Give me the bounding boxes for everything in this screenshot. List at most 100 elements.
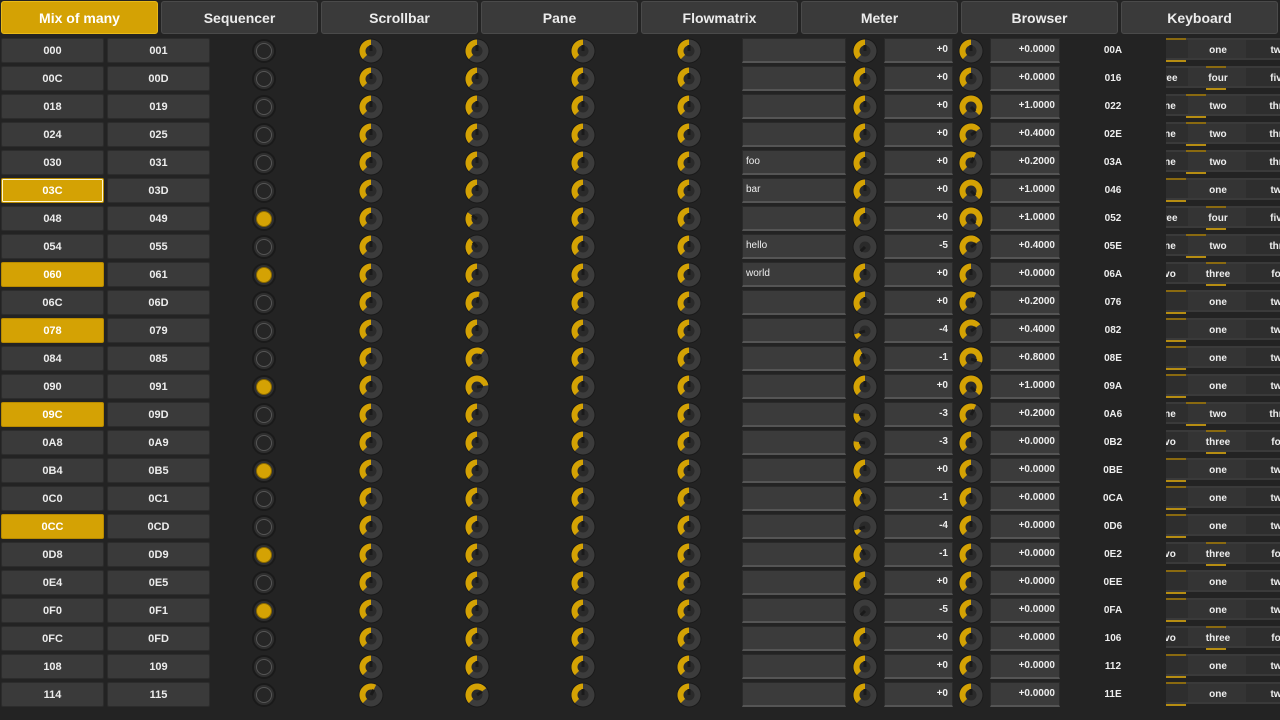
text-field[interactable] — [742, 458, 846, 483]
spinner-option[interactable]: three — [1188, 430, 1248, 452]
tab-mix-of-many[interactable]: Mix of many — [1, 1, 158, 34]
int-knob[interactable] — [852, 262, 878, 288]
toggle-button[interactable]: 09C — [1, 402, 104, 427]
rotary-knob[interactable] — [570, 290, 596, 316]
float-value-field[interactable]: +0.0000 — [990, 598, 1060, 623]
int-value-field[interactable]: +0 — [884, 458, 953, 483]
rotary-knob[interactable] — [358, 570, 384, 596]
float-knob[interactable] — [958, 542, 984, 568]
rotary-knob[interactable] — [676, 122, 702, 148]
float-value-field[interactable]: +0.0000 — [990, 458, 1060, 483]
spinner-option[interactable]: one — [1188, 318, 1248, 340]
rotary-knob[interactable] — [676, 178, 702, 204]
float-value-field[interactable]: +0.0000 — [990, 570, 1060, 595]
float-value-field[interactable]: +1.0000 — [990, 374, 1060, 399]
spinner-option[interactable]: one — [1188, 374, 1248, 396]
option-spinner[interactable]: one tw — [1166, 512, 1280, 540]
text-field[interactable] — [742, 374, 846, 399]
int-knob[interactable] — [852, 654, 878, 680]
rotary-knob[interactable] — [676, 458, 702, 484]
int-value-field[interactable]: +0 — [884, 122, 953, 147]
spinner-option[interactable]: four — [1188, 66, 1248, 88]
tab-flowmatrix[interactable]: Flowmatrix — [641, 1, 798, 34]
text-field[interactable] — [742, 486, 846, 511]
rotary-knob[interactable] — [570, 38, 596, 64]
push-button[interactable]: 001 — [107, 38, 210, 63]
int-knob[interactable] — [852, 94, 878, 120]
float-knob[interactable] — [958, 318, 984, 344]
rotary-knob[interactable] — [464, 318, 490, 344]
rotary-knob[interactable] — [358, 318, 384, 344]
rotary-knob[interactable] — [570, 234, 596, 260]
toggle-button[interactable]: 0FC — [1, 626, 104, 651]
text-field[interactable] — [742, 66, 846, 91]
spinner-option[interactable]: fo — [1246, 430, 1280, 452]
float-knob[interactable] — [958, 514, 984, 540]
toggle-button[interactable]: 018 — [1, 94, 104, 119]
float-value-field[interactable]: +0.8000 — [990, 346, 1060, 371]
tab-browser[interactable]: Browser — [961, 1, 1118, 34]
spinner-option[interactable]: thr — [1246, 122, 1280, 144]
int-knob[interactable] — [852, 682, 878, 708]
float-knob[interactable] — [958, 402, 984, 428]
float-value-field[interactable]: +0.2000 — [990, 290, 1060, 315]
text-field[interactable] — [742, 682, 846, 707]
rotary-knob[interactable] — [676, 234, 702, 260]
led-indicator[interactable] — [252, 683, 276, 707]
spinner-option[interactable]: tw — [1246, 318, 1280, 340]
text-field[interactable]: foo — [742, 150, 846, 175]
rotary-knob[interactable] — [570, 626, 596, 652]
spinner-option[interactable]: one — [1188, 346, 1248, 368]
int-knob[interactable] — [852, 542, 878, 568]
spinner-option[interactable]: two — [1188, 150, 1248, 172]
float-value-field[interactable]: +0.0000 — [990, 542, 1060, 567]
spinner-option[interactable]: one — [1188, 654, 1248, 676]
option-spinner[interactable]: vo three fo — [1166, 540, 1280, 568]
tab-keyboard[interactable]: Keyboard — [1121, 1, 1278, 34]
spinner-option[interactable]: two — [1188, 402, 1248, 424]
rotary-knob[interactable] — [570, 122, 596, 148]
option-spinner[interactable]: netwothr — [1166, 148, 1280, 176]
int-value-field[interactable]: -4 — [884, 318, 953, 343]
float-value-field[interactable]: +0.0000 — [990, 38, 1060, 63]
spinner-option[interactable]: fo — [1246, 542, 1280, 564]
rotary-knob[interactable] — [358, 346, 384, 372]
rotary-knob[interactable] — [676, 262, 702, 288]
rotary-knob[interactable] — [358, 654, 384, 680]
rotary-knob[interactable] — [676, 486, 702, 512]
rotary-knob[interactable] — [464, 598, 490, 624]
rotary-knob[interactable] — [358, 178, 384, 204]
option-spinner[interactable]: netwothr — [1166, 232, 1280, 260]
rotary-knob[interactable] — [676, 430, 702, 456]
rotary-knob[interactable] — [464, 38, 490, 64]
int-value-field[interactable]: -5 — [884, 598, 953, 623]
led-indicator[interactable] — [252, 207, 276, 231]
text-field[interactable]: world — [742, 262, 846, 287]
led-indicator[interactable] — [252, 319, 276, 343]
rotary-knob[interactable] — [464, 262, 490, 288]
spinner-option[interactable]: one — [1188, 514, 1248, 536]
led-indicator[interactable] — [252, 67, 276, 91]
rotary-knob[interactable] — [358, 234, 384, 260]
int-value-field[interactable]: +0 — [884, 66, 953, 91]
option-spinner[interactable]: vo three fo — [1166, 428, 1280, 456]
float-knob[interactable] — [958, 654, 984, 680]
text-field[interactable] — [742, 542, 846, 567]
spinner-option[interactable]: one — [1188, 598, 1248, 620]
int-knob[interactable] — [852, 206, 878, 232]
toggle-button[interactable]: 000 — [1, 38, 104, 63]
rotary-knob[interactable] — [464, 458, 490, 484]
rotary-knob[interactable] — [570, 206, 596, 232]
led-indicator[interactable] — [252, 459, 276, 483]
push-button[interactable]: 0CD — [107, 514, 210, 539]
rotary-knob[interactable] — [676, 654, 702, 680]
toggle-button[interactable]: 0D8 — [1, 542, 104, 567]
float-knob[interactable] — [958, 346, 984, 372]
int-knob[interactable] — [852, 290, 878, 316]
rotary-knob[interactable] — [464, 178, 490, 204]
int-knob[interactable] — [852, 598, 878, 624]
int-value-field[interactable]: +0 — [884, 150, 953, 175]
int-value-field[interactable]: +0 — [884, 178, 953, 203]
rotary-knob[interactable] — [676, 542, 702, 568]
float-value-field[interactable]: +0.0000 — [990, 262, 1060, 287]
